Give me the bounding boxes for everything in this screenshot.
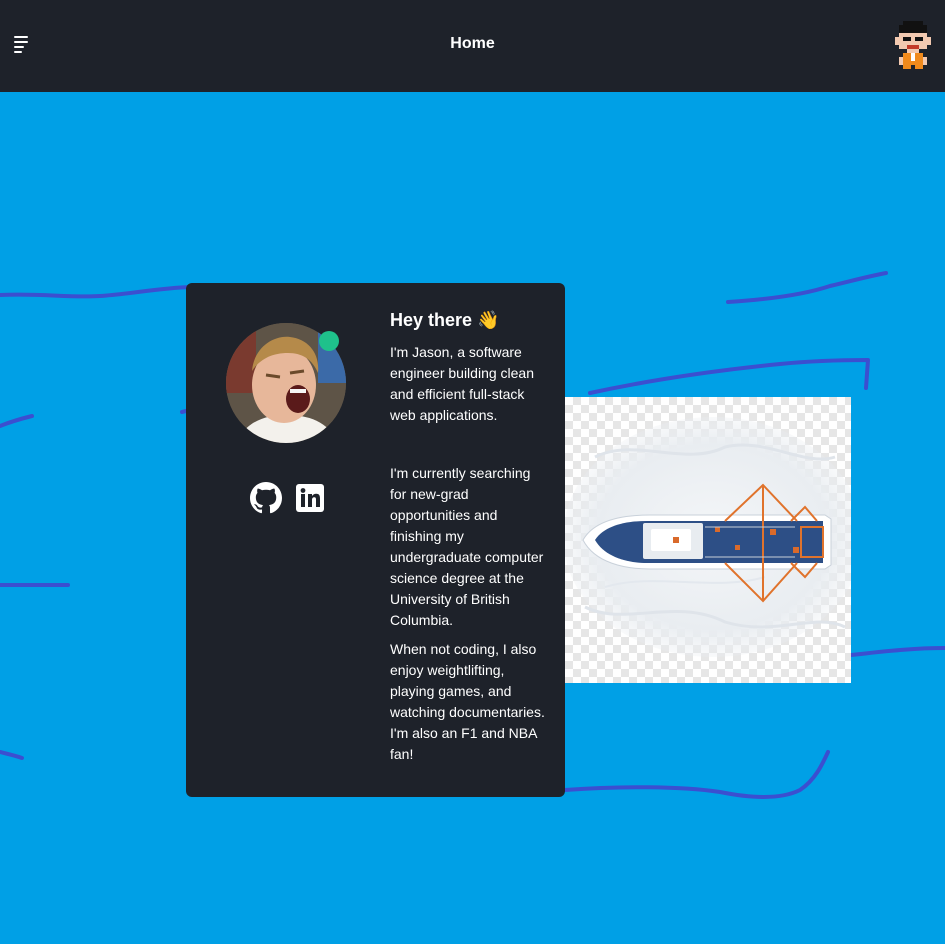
greeting-heading: Hey there 👋: [390, 310, 500, 330]
github-icon[interactable]: [250, 482, 282, 514]
online-status-indicator: [319, 331, 339, 351]
bio-paragraph-hobbies: When not coding, I also enjoy weightlift…: [390, 641, 545, 762]
social-links: [250, 482, 326, 514]
bio-section: Hey there 👋 I'm Jason, a software engine…: [390, 310, 546, 765]
top-navigation-bar: Home: [0, 0, 945, 92]
page-title: Home: [450, 35, 495, 52]
bio-paragraph-intro: I'm Jason, a software engineer building …: [390, 344, 534, 423]
pixel-avatar-icon[interactable]: [895, 21, 931, 69]
bio-paragraph-career: I'm currently searching for new-grad opp…: [390, 465, 544, 628]
intro-card: Hey there 👋 I'm Jason, a software engine…: [186, 283, 565, 797]
linkedin-icon[interactable]: [294, 482, 326, 514]
ship-on-ice-image: [565, 397, 851, 683]
